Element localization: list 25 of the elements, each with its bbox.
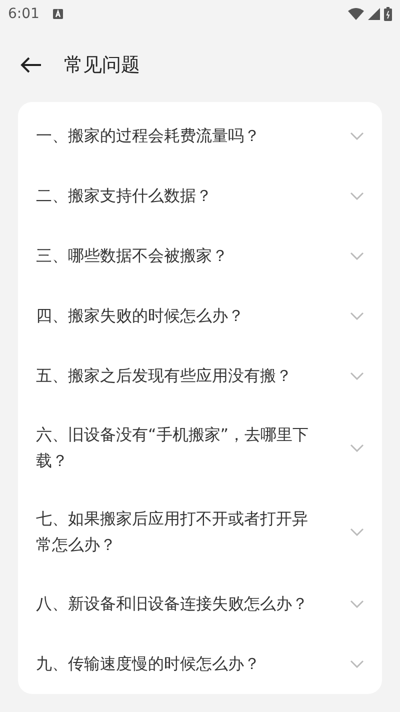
chevron-down-icon bbox=[350, 660, 364, 668]
chevron-down-icon bbox=[350, 252, 364, 260]
faq-item[interactable]: 六、旧设备没有“手机搬家”，去哪里下载？ bbox=[18, 406, 382, 490]
chevron-down-icon bbox=[350, 312, 364, 320]
faq-item[interactable]: 一、搬家的过程会耗费流量吗？ bbox=[18, 106, 382, 166]
faq-item[interactable]: 五、搬家之后发现有些应用没有搬？ bbox=[18, 346, 382, 406]
faq-item[interactable]: 八、新设备和旧设备连接失败怎么办？ bbox=[18, 574, 382, 634]
chevron-down-icon bbox=[350, 528, 364, 536]
faq-item[interactable]: 三、哪些数据不会被搬家？ bbox=[18, 226, 382, 286]
chevron-down-icon bbox=[350, 192, 364, 200]
chevron-down-icon bbox=[350, 132, 364, 140]
page-title: 常见问题 bbox=[64, 53, 140, 78]
faq-item[interactable]: 七、如果搬家后应用打不开或者打开异常怎么办？ bbox=[18, 490, 382, 574]
chevron-down-icon bbox=[350, 444, 364, 452]
status-time: 6:01 bbox=[8, 6, 40, 22]
faq-item[interactable]: 九、传输速度慢的时候怎么办？ bbox=[18, 634, 382, 694]
chevron-down-icon bbox=[350, 600, 364, 608]
notification-icon bbox=[53, 9, 64, 19]
back-icon[interactable] bbox=[20, 57, 42, 73]
wifi-icon bbox=[348, 8, 364, 20]
faq-item[interactable]: 四、搬家失败的时候怎么办？ bbox=[18, 286, 382, 346]
chevron-down-icon bbox=[350, 372, 364, 380]
battery-icon bbox=[384, 7, 392, 21]
signal-icon bbox=[368, 8, 380, 20]
faq-item[interactable]: 二、搬家支持什么数据？ bbox=[18, 166, 382, 226]
